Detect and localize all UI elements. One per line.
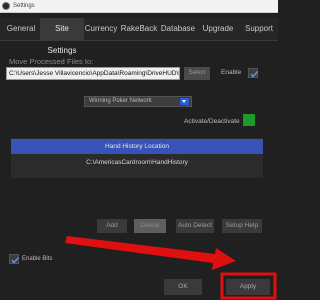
setup-help-button[interactable]: Setup Help [222, 219, 262, 233]
chevron-down-icon [180, 98, 189, 105]
tab-bar: General Site Settings Currency RakeBack … [0, 18, 278, 55]
checkmark-icon [11, 256, 20, 264]
enable-label: Enable [221, 69, 242, 76]
tab-database[interactable]: Database [158, 18, 198, 40]
select-folder-button[interactable]: Select [184, 67, 210, 80]
list-item[interactable]: C:\AmericasCardroom\HandHistory [11, 156, 263, 169]
app-logo-icon [2, 2, 10, 10]
activate-toggle[interactable] [243, 114, 255, 126]
move-files-label: Move Processed Files to: [9, 57, 94, 66]
enable-checkbox[interactable] [248, 68, 259, 78]
delete-button[interactable]: Delete [134, 219, 166, 233]
poker-network-value: Winning Poker Network [89, 98, 152, 104]
tab-rakeback[interactable]: RakeBack [120, 18, 158, 40]
hand-history-list: Hand History Location C:\AmericasCardroo… [11, 138, 263, 178]
enable-bits-label: Enable Bits [22, 256, 53, 262]
poker-network-select[interactable]: Winning Poker Network [84, 96, 192, 107]
checkmark-icon [250, 70, 259, 78]
add-button[interactable]: Add [97, 219, 127, 233]
ok-button[interactable]: OK [164, 279, 202, 295]
tab-site-settings[interactable]: Site Settings [40, 18, 84, 55]
activate-label: Activate/Deactivate [184, 118, 240, 125]
title-bar: Settings [0, 0, 278, 13]
tab-general[interactable]: General [2, 18, 40, 40]
tab-upgrade[interactable]: Upgrade [198, 18, 238, 40]
tab-support[interactable]: Support [240, 18, 278, 40]
enable-bits-checkbox[interactable] [9, 254, 20, 264]
auto-detect-button[interactable]: Auto Detect [176, 219, 214, 233]
apply-button[interactable]: Apply [226, 279, 270, 295]
window-title: Settings [13, 3, 35, 9]
hand-history-header: Hand History Location [11, 139, 263, 154]
tab-currency[interactable]: Currency [84, 18, 118, 40]
processed-path-field[interactable]: C:\Users\Jesse Villavicencio\AppData\Roa… [6, 67, 180, 80]
